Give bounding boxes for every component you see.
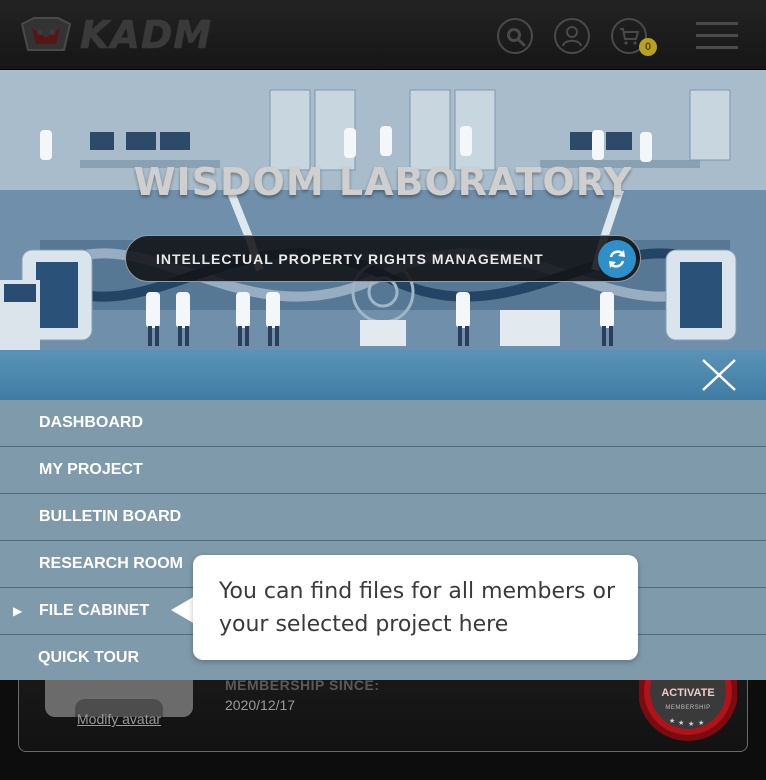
top-header: KADM 0: [0, 0, 766, 70]
menu-item-label: RESEARCH ROOM: [39, 555, 184, 572]
switch-project-button[interactable]: [598, 240, 636, 278]
badge-label: ACTIVATE: [661, 687, 715, 699]
logo-text: KADM: [80, 13, 213, 57]
svg-text:★: ★: [669, 717, 675, 725]
svg-text:★: ★: [698, 719, 704, 727]
search-icon: [507, 28, 526, 47]
cart-icon: [620, 28, 640, 45]
active-arrow-icon: ▶: [13, 604, 23, 618]
menu-item-my-project[interactable]: MY PROJECT: [0, 447, 766, 494]
page-title: WISDOM LABORATORY: [133, 160, 633, 204]
menu-item-label: QUICK TOUR: [38, 649, 140, 666]
menu-item-dashboard[interactable]: DASHBOARD: [0, 400, 766, 447]
refresh-icon: [609, 250, 625, 268]
menu-item-label: FILE CABINET: [39, 602, 150, 619]
close-icon[interactable]: [700, 357, 738, 393]
logo-mark-icon: [20, 17, 72, 51]
tooltip-text: You can find files for all members or yo…: [219, 579, 615, 637]
menu-item-label: BULLETIN BOARD: [39, 508, 182, 525]
project-switcher[interactable]: INTELLECTUAL PROPERTY RIGHTS MANAGEMENT: [125, 235, 641, 282]
search-button[interactable]: [497, 18, 533, 54]
svg-text:★: ★: [688, 720, 694, 728]
menu-item-label: MY PROJECT: [39, 461, 143, 478]
hero-banner: WISDOM LABORATORY INTELLECTUAL PROPERTY …: [0, 70, 766, 350]
tour-tooltip: You can find files for all members or yo…: [193, 555, 638, 660]
laboratory-illustration: [0, 70, 766, 350]
badge-sublabel: MEMBERSHIP: [665, 705, 711, 711]
menu-item-bulletin-board[interactable]: BULLETIN BOARD: [0, 494, 766, 541]
current-project-label: INTELLECTUAL PROPERTY RIGHTS MANAGEMENT: [156, 251, 544, 267]
hamburger-icon[interactable]: [696, 20, 738, 50]
cart-button[interactable]: 0: [611, 18, 657, 56]
modify-avatar-link[interactable]: Modify avatar: [77, 711, 161, 727]
brand-logo[interactable]: KADM: [18, 14, 212, 56]
callout-pointer: [171, 596, 195, 624]
account-button[interactable]: [554, 18, 590, 54]
menu-item-label: DASHBOARD: [39, 414, 143, 431]
menu-close-bar: [0, 350, 766, 400]
svg-text:★: ★: [678, 719, 684, 727]
user-icon: [562, 26, 582, 47]
membership-date: 2020/12/17: [225, 697, 296, 713]
cart-count-badge: 0: [639, 38, 657, 56]
